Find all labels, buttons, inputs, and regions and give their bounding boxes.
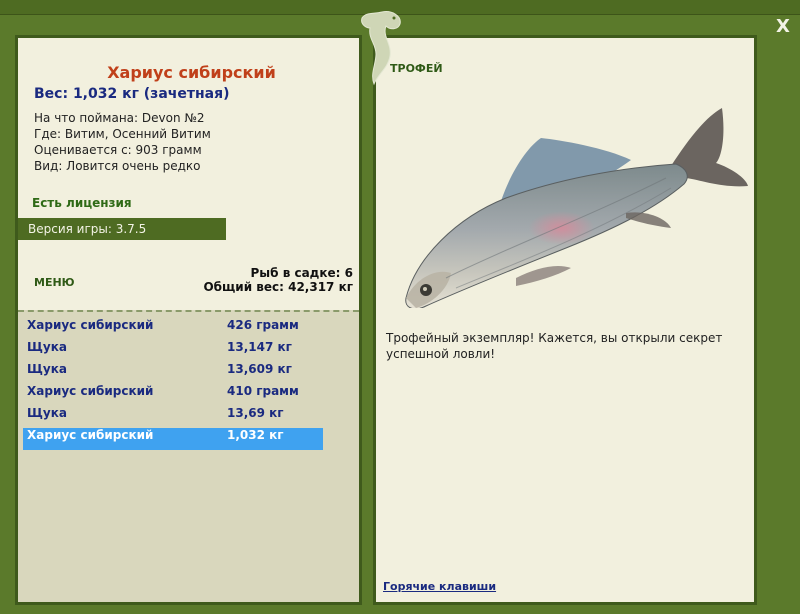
fish-illustration xyxy=(405,108,748,308)
catch-name: Хариус сибирский xyxy=(27,428,154,442)
catch-name: Щука xyxy=(27,362,67,376)
fish-rarity: Вид: Ловится очень редко xyxy=(34,159,201,173)
fish-info-panel: Хариус сибирский Вес: 1,032 кг (зачетная… xyxy=(15,35,362,605)
hotkeys-link[interactable]: Горячие клавиши xyxy=(383,580,496,593)
list-item[interactable]: Хариус сибирский 410 грамм xyxy=(23,384,323,406)
license-status: Есть лицензия xyxy=(32,196,132,210)
fish-bait: На что поймана: Devon №2 xyxy=(34,111,205,125)
fish-title: Хариус сибирский xyxy=(107,63,276,82)
catch-weight: 426 грамм xyxy=(227,318,299,332)
menu-button[interactable]: МЕНЮ xyxy=(34,276,75,289)
close-button[interactable]: X xyxy=(774,18,792,36)
list-item[interactable]: Хариус сибирский 426 грамм xyxy=(23,318,323,340)
catch-name: Щука xyxy=(27,340,67,354)
fish-weight: Вес: 1,032 кг (зачетная) xyxy=(34,86,230,102)
catch-weight: 410 грамм xyxy=(227,384,299,398)
net-stats: Рыб в садке: 6 Общий вес: 42,317 кг xyxy=(203,266,353,294)
catch-weight: 13,609 кг xyxy=(227,362,292,376)
list-item-selected[interactable]: Хариус сибирский 1,032 кг xyxy=(23,428,323,450)
catch-weight: 13,147 кг xyxy=(227,340,292,354)
game-window: X Хариус сибирский Вес: 1,032 кг (зачетн… xyxy=(0,0,800,614)
game-version: Версия игры: 3.7.5 xyxy=(18,218,226,240)
catch-weight: 13,69 кг xyxy=(227,406,284,420)
list-item[interactable]: Щука 13,609 кг xyxy=(23,362,323,384)
catch-list: Хариус сибирский 426 грамм Щука 13,147 кг … xyxy=(23,318,323,450)
catch-weight: 1,032 кг xyxy=(227,428,284,442)
list-item[interactable]: Щука 13,69 кг xyxy=(23,406,323,428)
trophy-message: Трофейный экземпляр! Кажется, вы открыли… xyxy=(386,331,723,361)
catch-name: Хариус сибирский xyxy=(27,318,154,332)
trophy-panel: ТРОФЕЙ Трофейный экземпляр! Кажется, вы … xyxy=(373,35,757,605)
list-item[interactable]: Щука 13,147 кг xyxy=(23,340,323,362)
lizard-logo-icon xyxy=(361,11,401,86)
catch-name: Щука xyxy=(27,406,67,420)
fish-count: Рыб в садке: 6 xyxy=(250,266,354,280)
catch-name: Хариус сибирский xyxy=(27,384,154,398)
total-weight: Общий вес: 42,317 кг xyxy=(203,280,353,294)
fish-value: Оценивается с: 903 грамм xyxy=(34,143,202,157)
fish-location: Где: Витим, Осенний Витим xyxy=(34,127,211,141)
